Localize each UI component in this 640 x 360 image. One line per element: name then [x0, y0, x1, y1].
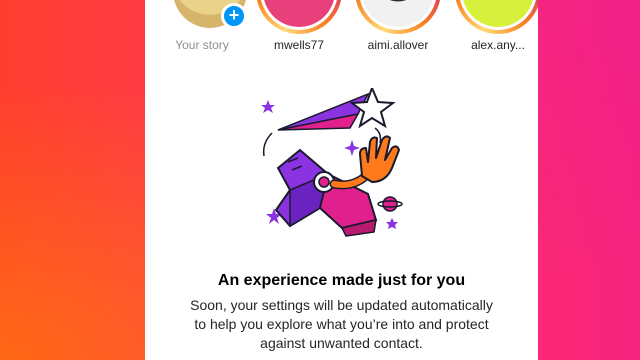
- phone-screen: + Your story mwells77 aimi.allover alex.…: [145, 0, 538, 360]
- description-line: to help you explore what you’re into and…: [194, 316, 489, 332]
- planet-icon: [377, 196, 403, 212]
- story-ring: [455, 0, 538, 34]
- story-ring: [355, 0, 441, 34]
- avatar: [362, 0, 434, 27]
- stories-tray: + Your story mwells77 aimi.allover alex.…: [145, 0, 538, 60]
- story-username: mwells77: [273, 38, 324, 52]
- story-mwells77[interactable]: mwells77: [256, 0, 346, 60]
- story-username: alex.any...: [471, 38, 525, 52]
- plus-icon: +: [228, 5, 240, 25]
- avatar: [263, 0, 335, 27]
- story-alex[interactable]: alex.any...: [455, 0, 538, 60]
- story-username: aimi.allover: [367, 38, 429, 52]
- story-your-story[interactable]: + Your story: [151, 0, 247, 60]
- star-icon: [261, 100, 275, 113]
- description-line: against unwanted contact.: [260, 335, 423, 351]
- story-ring: [256, 0, 342, 34]
- avatar: [462, 0, 534, 27]
- waving-hand: [329, 135, 400, 190]
- rocket-illustration: [261, 88, 403, 237]
- card-description: Soon, your settings will be updated auto…: [169, 296, 514, 353]
- add-story-button[interactable]: +: [221, 3, 247, 29]
- description-line: Soon, your settings will be updated auto…: [190, 297, 493, 313]
- shooting-star: [277, 88, 396, 131]
- card-title: An experience made just for you: [217, 272, 466, 289]
- star-icon: [386, 218, 398, 229]
- story-aimi-allover[interactable]: aimi.allover: [355, 0, 445, 60]
- sparkle-icon: [344, 140, 360, 156]
- story-username: Your story: [175, 38, 229, 52]
